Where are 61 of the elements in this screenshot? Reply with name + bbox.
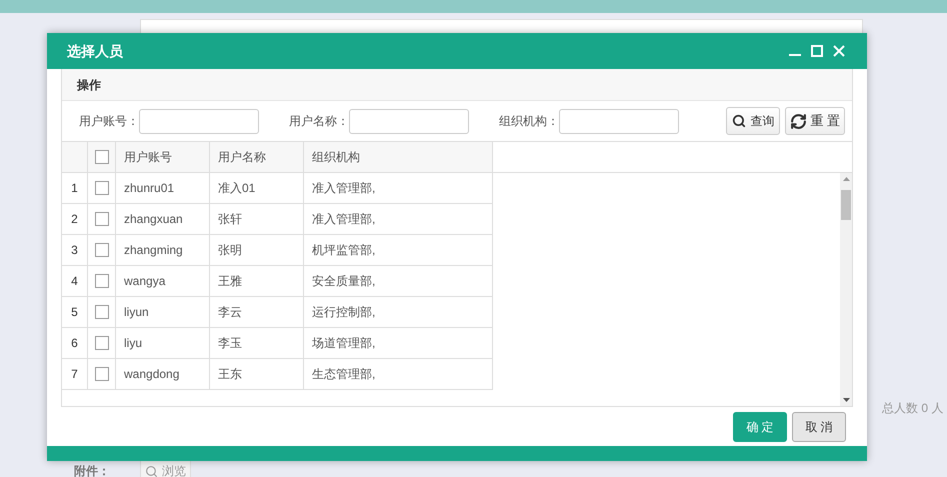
table-cell: 生态管理部, xyxy=(304,359,493,390)
checkbox[interactable] xyxy=(94,336,108,350)
column-header: 用户账号 xyxy=(116,142,210,172)
filter-field[interactable] xyxy=(139,108,259,134)
table-cell: 机坪监管部, xyxy=(304,235,493,266)
table-cell: 李云 xyxy=(210,297,304,328)
row-number: 3 xyxy=(62,235,88,266)
checkbox[interactable] xyxy=(94,181,108,195)
table-cell: 张明 xyxy=(210,235,304,266)
column-header: 组织机构 xyxy=(304,142,493,172)
table-cell: wangdong xyxy=(116,359,210,390)
checkbox[interactable] xyxy=(94,212,108,226)
scroll-up-icon[interactable] xyxy=(842,177,850,181)
table-cell: zhunru01 xyxy=(116,173,210,204)
checkbox[interactable] xyxy=(94,367,108,381)
scroll-down-icon[interactable] xyxy=(842,398,850,402)
checkbox[interactable] xyxy=(94,243,108,257)
table-cell: 场道管理部, xyxy=(304,328,493,359)
row-number: 1 xyxy=(62,173,88,204)
checkbox[interactable] xyxy=(94,305,108,319)
table-cell: 安全质量部, xyxy=(304,266,493,297)
table-cell: 运行控制部, xyxy=(304,297,493,328)
reset-button[interactable]: 重 置 xyxy=(785,107,845,135)
table-cell: liyu xyxy=(116,328,210,359)
refresh-icon xyxy=(790,112,808,130)
maximize-icon[interactable] xyxy=(811,45,823,57)
row-number: 2 xyxy=(62,204,88,235)
filter-field[interactable] xyxy=(559,108,679,134)
table-cell: 准入管理部, xyxy=(304,173,493,204)
dialog-title: 选择人员 xyxy=(67,42,123,60)
table-cell: 王东 xyxy=(210,359,304,390)
cancel-button[interactable]: 取 消 xyxy=(792,412,846,442)
total-count: 总人数 0 人 xyxy=(882,400,944,417)
row-number: 6 xyxy=(62,328,88,359)
attachment-label: 附件： xyxy=(74,463,110,477)
table-cell: zhangming xyxy=(116,235,210,266)
table-cell: wangya xyxy=(116,266,210,297)
table-cell: 王雅 xyxy=(210,266,304,297)
table-cell: liyun xyxy=(116,297,210,328)
checkbox[interactable] xyxy=(94,274,108,288)
row-number: 4 xyxy=(62,266,88,297)
row-number: 7 xyxy=(62,359,88,390)
search-icon xyxy=(732,114,746,128)
filter-label: 用户账号： xyxy=(79,113,139,130)
column-header: 用户名称 xyxy=(210,142,304,172)
filter-label: 组织机构： xyxy=(499,113,559,130)
search-button[interactable]: 查询 xyxy=(726,107,780,135)
table-cell: 准入01 xyxy=(210,173,304,204)
table-cell: zhangxuan xyxy=(116,204,210,235)
table-cell: 准入管理部, xyxy=(304,204,493,235)
row-number: 5 xyxy=(62,297,88,328)
scrollbar-thumb[interactable] xyxy=(841,190,851,220)
scrollbar[interactable] xyxy=(840,173,852,406)
table-cell: 张轩 xyxy=(210,204,304,235)
search-icon xyxy=(145,464,158,477)
toolbar-title: 操作 xyxy=(77,76,101,94)
checkbox[interactable] xyxy=(94,150,108,164)
filter-field[interactable] xyxy=(349,108,469,134)
close-icon[interactable] xyxy=(833,45,845,57)
table-cell: 李玉 xyxy=(210,328,304,359)
filter-label: 用户名称： xyxy=(289,113,349,130)
